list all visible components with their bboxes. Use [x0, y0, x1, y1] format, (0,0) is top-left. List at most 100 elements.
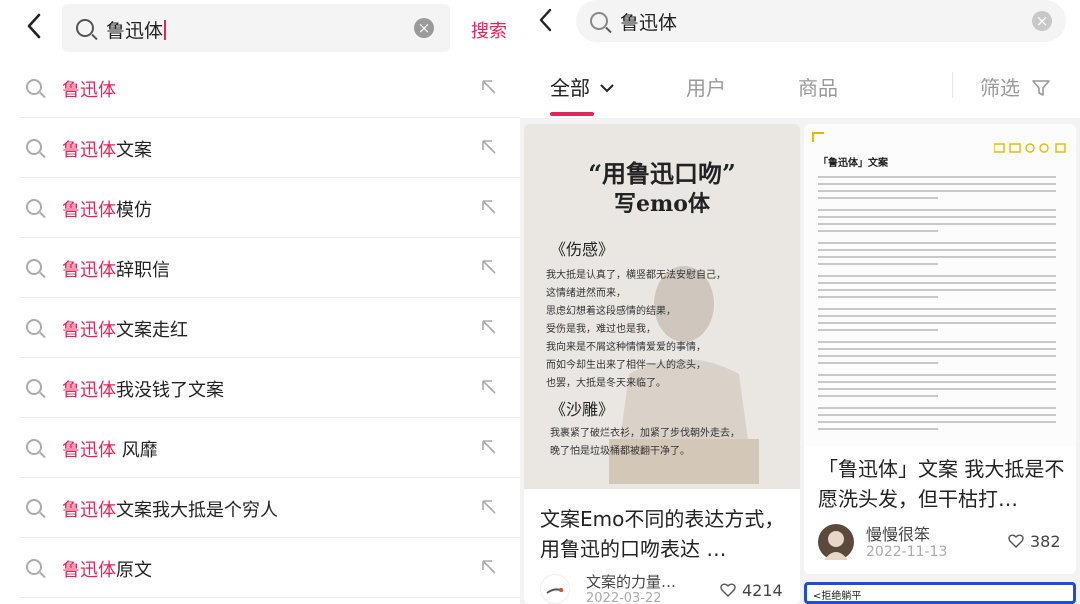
search-icon [26, 319, 42, 335]
poster-text-line: 晚了怕是垃圾桶都被翻干净了。 [550, 446, 690, 457]
doc-text-line [818, 242, 1056, 244]
fill-arrow-icon[interactable] [480, 198, 498, 216]
results-grid: “用鲁迅口吻” 写emo体 《伤感》 我大抵是认真了，横竖都无法安慰自己， 这情绪… [520, 118, 1080, 604]
post-date: 2022-11-13 [866, 544, 948, 560]
search-icon [26, 139, 42, 155]
doc-text-line [818, 414, 1056, 416]
avatar[interactable] [540, 574, 570, 604]
suggestion-text: 鲁迅体 [62, 80, 116, 101]
doc-text-line [818, 209, 1056, 211]
suggestion-item[interactable]: 鲁迅体文案走红 [0, 298, 520, 358]
card-cover-image: 「鲁迅体」文案 [804, 124, 1076, 446]
next-result-card[interactable]: <拒绝躺平 [804, 582, 1076, 604]
result-card[interactable]: 「鲁迅体」文案 「鲁迅体」文案 我大抵是不愿洗头发，但干枯打… 慢慢很笨 202… [804, 124, 1076, 574]
fill-arrow-icon[interactable] [480, 498, 498, 516]
doc-toolbar [993, 138, 1068, 153]
fill-arrow-icon[interactable] [480, 78, 498, 96]
suggestion-text: 鲁迅体我没钱了文案 [62, 380, 224, 401]
poster-section-heading: 《沙雕》 [550, 400, 615, 419]
divider [20, 597, 520, 598]
search-icon [26, 499, 42, 515]
search-suggestion-panel: 鲁迅体 × 搜索 鲁迅体鲁迅体文案鲁迅体模仿鲁迅体辞职信鲁迅体文案走红鲁迅体我没… [0, 0, 520, 604]
doc-text-line [818, 289, 1056, 291]
like-count[interactable]: 4214 [720, 581, 783, 600]
doc-text-line [818, 223, 1056, 225]
suggestion-item[interactable]: 鲁迅体我没钱了文案 [0, 358, 520, 418]
tab-all[interactable]: 全部 [550, 72, 615, 101]
tab-products[interactable]: 商品 [798, 72, 838, 101]
avatar[interactable] [818, 524, 854, 560]
fill-arrow-icon[interactable] [480, 438, 498, 456]
card-title: 「鲁迅体」文案 我大抵是不愿洗头发，但干枯打… [818, 457, 1065, 511]
filter-icon [1032, 80, 1051, 96]
search-icon [26, 79, 42, 95]
suggestion-item[interactable]: 鲁迅体文案 [0, 118, 520, 178]
post-date: 2022-03-22 [586, 591, 662, 604]
search-icon [26, 259, 42, 275]
fill-arrow-icon[interactable] [480, 378, 498, 396]
poster-text-line: 思虑幻想着这段感情的结果， [546, 306, 676, 317]
doc-text-line [818, 263, 938, 265]
doc-text-line [818, 176, 1056, 178]
doc-text-line [818, 197, 938, 199]
doc-text-line [818, 355, 1056, 357]
doc-text-line [818, 395, 938, 397]
suggestion-item[interactable]: 鲁迅体辞职信 [0, 238, 520, 298]
back-arrow-icon[interactable] [26, 13, 42, 45]
fill-arrow-icon[interactable] [480, 318, 498, 336]
suggestion-text: 鲁迅体原文 [62, 560, 152, 581]
suggestion-item[interactable]: 鲁迅体模仿 [0, 178, 520, 238]
suggestion-text: 鲁迅体 风靡 [62, 440, 158, 461]
author-name[interactable]: 慢慢很笨 [866, 526, 930, 543]
next-card-label: <拒绝躺平 [813, 591, 862, 602]
result-tabs: 全部 用户 商品 筛选 [520, 64, 1080, 116]
doc-text-line [818, 296, 938, 298]
search-input[interactable]: 鲁迅体 × [576, 0, 1066, 42]
active-tab-indicator [550, 112, 594, 116]
doc-text-line [818, 421, 1056, 423]
fill-arrow-icon[interactable] [480, 258, 498, 276]
tab-users[interactable]: 用户 [686, 72, 726, 101]
doc-text-line [818, 190, 1056, 192]
search-icon [26, 199, 42, 215]
doc-heading: 「鲁迅体」文案 [818, 158, 888, 169]
suggestion-item[interactable]: 鲁迅体原文 [0, 538, 520, 598]
doc-text-line [818, 381, 1056, 383]
search-query-text: 鲁迅体 [620, 12, 678, 34]
search-icon [26, 559, 42, 575]
poster-text-line: 受伤是我，难过也是我， [546, 324, 656, 335]
like-count[interactable]: 382 [1008, 532, 1061, 551]
clear-icon[interactable]: × [1032, 11, 1052, 31]
fill-arrow-icon[interactable] [480, 138, 498, 156]
back-arrow-icon[interactable] [538, 8, 552, 36]
filter-button[interactable]: 筛选 [980, 72, 1051, 101]
heart-icon [1008, 534, 1024, 548]
search-input[interactable]: 鲁迅体 × [62, 4, 450, 52]
doc-text-line [818, 348, 1056, 350]
search-icon [76, 19, 94, 37]
search-icon [590, 12, 608, 30]
search-icon [26, 379, 42, 395]
suggestion-item[interactable]: 鲁迅体 [0, 58, 520, 118]
clear-icon[interactable]: × [414, 18, 434, 38]
doc-text-line [818, 329, 938, 331]
suggestion-text: 鲁迅体模仿 [62, 200, 152, 221]
text-caret [164, 20, 167, 40]
fill-arrow-icon[interactable] [480, 558, 498, 576]
suggestion-text: 鲁迅体文案走红 [62, 320, 188, 341]
card-cover-image: “用鲁迅口吻” 写emo体 《伤感》 我大抵是认真了，横竖都无法安慰自己， 这情绪… [524, 124, 800, 489]
divider [952, 72, 953, 98]
doc-text-line [818, 341, 1056, 343]
search-button[interactable]: 搜索 [471, 17, 507, 43]
suggestion-item[interactable]: 鲁迅体 风靡 [0, 418, 520, 478]
doc-text-line [818, 428, 938, 430]
doc-text-line [818, 183, 1056, 185]
result-card[interactable]: “用鲁迅口吻” 写emo体 《伤感》 我大抵是认真了，横竖都无法安慰自己， 这情绪… [524, 124, 800, 604]
doc-text-line [818, 388, 1056, 390]
poster-text-line: 而如今却生出来了相伴一人的念头， [546, 360, 706, 371]
search-query-text: 鲁迅体 [106, 20, 164, 42]
author-name[interactable]: 文案的力量… [586, 574, 676, 591]
suggestion-item[interactable]: 鲁迅体文案我大抵是个穷人 [0, 478, 520, 538]
doc-text-line [818, 256, 1056, 258]
doc-text-line [818, 230, 938, 232]
